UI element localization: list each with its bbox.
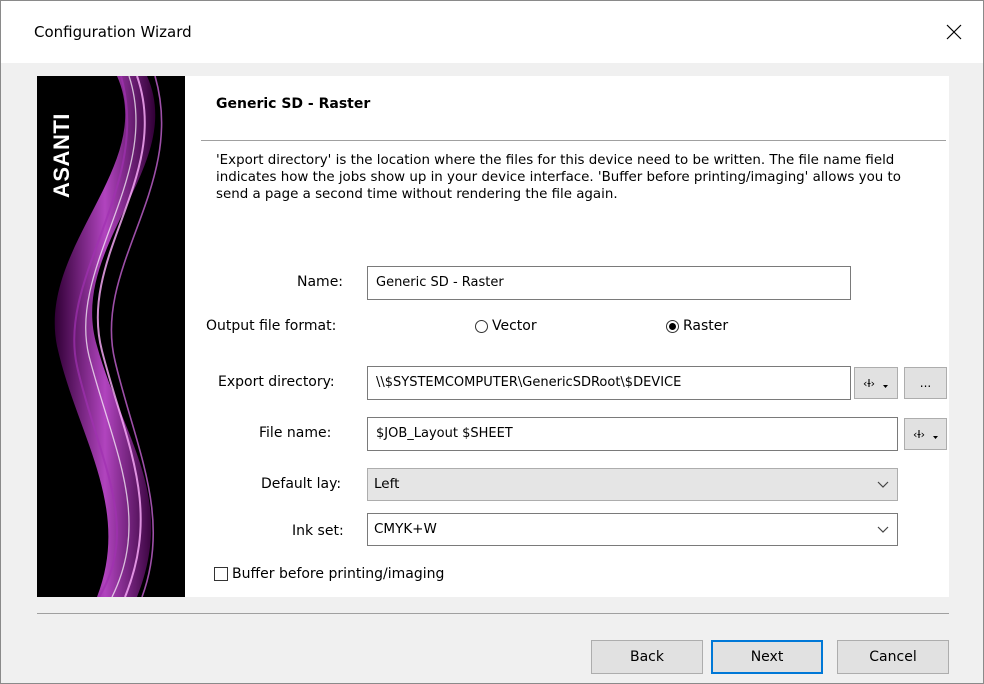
default-lay-label: Default lay: — [261, 476, 342, 492]
ink-set-value: CMYK+W — [374, 521, 437, 537]
brand-banner: ASANTI — [37, 76, 185, 597]
insert-variable-icon: ‹Ɨ› — [863, 377, 888, 390]
next-button[interactable]: Next — [711, 640, 823, 674]
insert-variable-icon: ‹Ɨ› — [913, 428, 938, 441]
svg-text:‹Ɨ›: ‹Ɨ› — [863, 377, 875, 390]
chevron-down-icon — [877, 514, 889, 545]
export-directory-variable-button[interactable]: ‹Ɨ› — [854, 367, 898, 399]
chevron-down-icon — [877, 469, 889, 500]
file-name-field[interactable]: $JOB_Layout $SHEET — [367, 417, 898, 451]
file-name-label: File name: — [259, 425, 332, 441]
page-description: 'Export directory' is the location where… — [216, 153, 901, 202]
heading-divider — [201, 140, 946, 141]
vector-radio[interactable]: Vector — [475, 318, 537, 334]
browse-button[interactable]: ... — [904, 367, 947, 399]
wizard-content: ASANTI Generic SD - Raster 'Export direc… — [37, 76, 949, 597]
vector-radio-label: Vector — [492, 318, 537, 334]
raster-radio-dot — [669, 322, 676, 330]
window-title: Configuration Wizard — [34, 23, 192, 41]
raster-radio[interactable]: Raster — [666, 318, 728, 334]
name-field[interactable]: Generic SD - Raster — [367, 266, 851, 300]
configuration-wizard-window: Configuration Wizard ASANTI Generic SD -… — [0, 0, 984, 684]
file-name-variable-button[interactable]: ‹Ɨ› — [904, 418, 947, 450]
page-heading: Generic SD - Raster — [216, 96, 371, 112]
export-directory-field[interactable]: \\$SYSTEMCOMPUTER\GenericSDRoot\$DEVICE — [367, 366, 851, 400]
default-lay-dropdown[interactable]: Left — [367, 468, 898, 501]
footer-divider — [37, 613, 949, 614]
close-icon — [946, 24, 962, 40]
export-directory-label: Export directory: — [218, 374, 335, 390]
name-label: Name: — [297, 274, 344, 290]
title-bar: Configuration Wizard — [1, 1, 983, 63]
buffer-checkbox[interactable] — [214, 567, 228, 581]
back-button[interactable]: Back — [591, 640, 703, 674]
vector-radio-circle — [475, 319, 488, 333]
output-format-label: Output file format: — [206, 318, 337, 334]
ink-set-label: Ink set: — [292, 523, 344, 539]
raster-radio-circle — [666, 319, 679, 333]
ink-set-combobox[interactable]: CMYK+W — [367, 513, 898, 546]
raster-radio-label: Raster — [683, 318, 729, 334]
close-button[interactable] — [925, 1, 983, 63]
brand-logo-text: ASANTI — [49, 113, 74, 198]
cancel-button[interactable]: Cancel — [837, 640, 949, 674]
default-lay-value: Left — [374, 476, 400, 492]
svg-text:‹Ɨ›: ‹Ɨ› — [913, 428, 925, 441]
buffer-checkbox-row[interactable]: Buffer before printing/imaging — [214, 566, 444, 582]
buffer-checkbox-label: Buffer before printing/imaging — [232, 566, 445, 582]
